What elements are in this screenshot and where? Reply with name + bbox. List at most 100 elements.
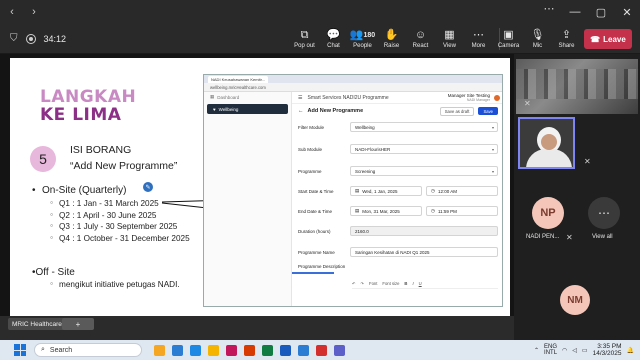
clock-icon: ◷ (431, 208, 435, 213)
title-bar: ‹ › ⋯ — ▢ ✕ (0, 0, 640, 24)
more-button[interactable]: ⋯ More (464, 24, 493, 54)
embedded-browser: NADI Keusahawanan Kemitr... wellbeing.mr… (203, 74, 503, 307)
raise-button[interactable]: ✋ Raise (377, 24, 406, 54)
heart-icon: ♥ (213, 106, 216, 112)
address-bar: wellbeing.mricHealthcare.com (204, 83, 502, 92)
filter-module-label: Filter Module (298, 125, 325, 130)
leave-button[interactable]: ☎ Leave (584, 29, 632, 49)
taskbar-app-icon[interactable] (226, 344, 237, 356)
duration-label: Duration (hours) (298, 229, 331, 234)
participant-avatar-np[interactable]: NP (532, 197, 564, 229)
taskbar-app-icon[interactable] (262, 344, 273, 356)
taskbar-app-icon[interactable] (172, 344, 183, 356)
maximize-icon[interactable]: ▢ (588, 0, 614, 24)
camera-button[interactable]: ▣ Camera (494, 24, 523, 54)
sidebar-item-dashboard: ▦ Dashboard (210, 94, 240, 100)
back-icon[interactable]: ‹ (4, 4, 20, 20)
presentation-slide: LANGKAH KE LIMA 5 ISI BORANG “Add New Pr… (10, 58, 510, 338)
share-button[interactable]: ⇪ Share (552, 24, 581, 54)
offsite-bullet: •Off - Site (32, 267, 75, 278)
taskbar-app-icon[interactable] (208, 344, 219, 356)
presenter-tab[interactable]: MRIC Healthcare (8, 318, 66, 330)
react-button[interactable]: ☺ React (406, 24, 435, 54)
search-icon: ⌕ (41, 346, 45, 353)
raise-icon: ✋ (384, 29, 399, 41)
menu-icon: ☰ (298, 94, 303, 101)
mic-button[interactable]: 🎙 Mic (523, 24, 552, 54)
battery-icon[interactable]: ▭ (582, 347, 588, 354)
save-button: Save (478, 107, 498, 115)
minimize-icon[interactable]: — (562, 0, 588, 24)
add-tab-button[interactable]: + (62, 318, 94, 330)
pin-icon: ✎ (143, 182, 153, 192)
taskbar-app-icon[interactable] (154, 344, 165, 356)
list-item: Q4 : 1 October - 31 December 2025 (50, 233, 190, 245)
people-button[interactable]: 👥 180 People (348, 24, 377, 54)
onsite-bullet: • On-Site (Quarterly) (32, 185, 127, 196)
calendar-icon: ▤ (355, 188, 360, 193)
video-tile-room[interactable]: ✕ (516, 59, 638, 114)
list-item: Q3 : 1 July - 30 September 2025 (50, 221, 190, 233)
underline-icon: U (418, 281, 422, 286)
people-icon: 👥 180 (349, 29, 376, 41)
recording-icon (25, 33, 36, 44)
view-button[interactable]: ▦ View (435, 24, 464, 54)
step-number: 5 (30, 146, 56, 172)
participant-name: NADI PEN... (526, 234, 560, 240)
more-icon: ⋯ (473, 29, 484, 41)
taskbar-search[interactable]: ⌕ Search (34, 343, 142, 357)
video-tile-self[interactable] (518, 117, 575, 169)
teams-window: ‹ › ⋯ — ▢ ✕ ⛉ 34:12 ⧉ Pop out 💬 Chat 👥 180 Peo… (0, 0, 640, 360)
forward-icon[interactable]: › (26, 4, 42, 20)
end-date-label: End Date & Time (298, 209, 333, 214)
taskbar-app-icon[interactable] (298, 344, 309, 356)
clock-icon: ◷ (431, 188, 435, 193)
chat-button[interactable]: 💬 Chat (319, 24, 348, 54)
programme-select: Screening ▾ (350, 166, 498, 176)
close-icon[interactable]: ✕ (614, 0, 640, 24)
avatar (494, 94, 500, 101)
taskbar-app-icon[interactable] (280, 344, 291, 356)
taskbar-app-icon[interactable] (244, 344, 255, 356)
chevron-up-icon[interactable]: ⌃ (534, 347, 539, 354)
view-all-button[interactable]: ⋯ (588, 197, 620, 229)
start-date-label: Start Date & Time (298, 189, 334, 194)
list-item: Q1 : 1 Jan - 31 March 2025 (50, 198, 190, 210)
wifi-icon[interactable]: ◠ (562, 347, 567, 354)
more-options-icon[interactable]: ⋯ (536, 0, 562, 16)
view-icon: ▦ (444, 29, 455, 41)
slide-heading: ISI BORANG “Add New Programme” (70, 144, 178, 172)
taskbar-app-icon[interactable] (190, 344, 201, 356)
chevron-down-icon: ▾ (491, 168, 494, 174)
mic-icon: 🎙 (530, 29, 545, 41)
taskbar-app-icon[interactable] (334, 344, 345, 356)
pop-out-button[interactable]: ⧉ Pop out (290, 24, 319, 54)
device-controls: ▣ Camera 🎙 Mic ⇪ Share (494, 24, 581, 54)
programme-name-field: Saringan Kesihatan di NADI Q1 2025 (350, 247, 498, 257)
chevron-down-icon: ▾ (491, 146, 494, 152)
programme-name-label: Programme Name (298, 250, 335, 255)
view-all-label: View all (592, 234, 613, 240)
mic-off-icon: ✕ (566, 233, 573, 242)
slide-title: LANGKAH KE LIMA (40, 87, 137, 125)
sub-module-select: NADI-FlourisHER ▾ (350, 144, 498, 154)
undo-icon: ↶ (352, 281, 356, 286)
notification-bell-icon[interactable]: 🔔 (627, 347, 634, 354)
volume-icon[interactable]: ◁ (572, 347, 577, 354)
clock[interactable]: 3:35 PM 14/3/2025 (593, 343, 622, 357)
sub-module-label: Sub Module (298, 147, 323, 152)
participant-avatar-nm[interactable]: NM (560, 285, 590, 315)
pop-out-icon: ⧉ (300, 29, 309, 41)
page-title: Add New Programme (307, 108, 364, 114)
system-tray: ⌃ ENG INTL ◠ ◁ ▭ 3:35 PM 14/3/2025 🔔 (534, 343, 640, 357)
start-button[interactable] (14, 344, 26, 356)
quarter-list: Q1 : 1 Jan - 31 March 2025 Q2 : 1 April … (50, 198, 190, 244)
portal-main: ☰ Smart Services NADI2U Programme Manage… (292, 92, 502, 306)
meeting-timer: 34:12 (43, 33, 67, 44)
programme-label: Programme (298, 169, 322, 174)
filter-module-select: Wellbeing ▾ (350, 122, 498, 132)
grid-icon: ▦ (210, 94, 215, 99)
taskbar-app-icon[interactable] (316, 344, 327, 356)
end-date-field: ▤ Mon, 31 Mar, 2025 (350, 206, 422, 216)
input-language[interactable]: ENG INTL (544, 344, 557, 357)
